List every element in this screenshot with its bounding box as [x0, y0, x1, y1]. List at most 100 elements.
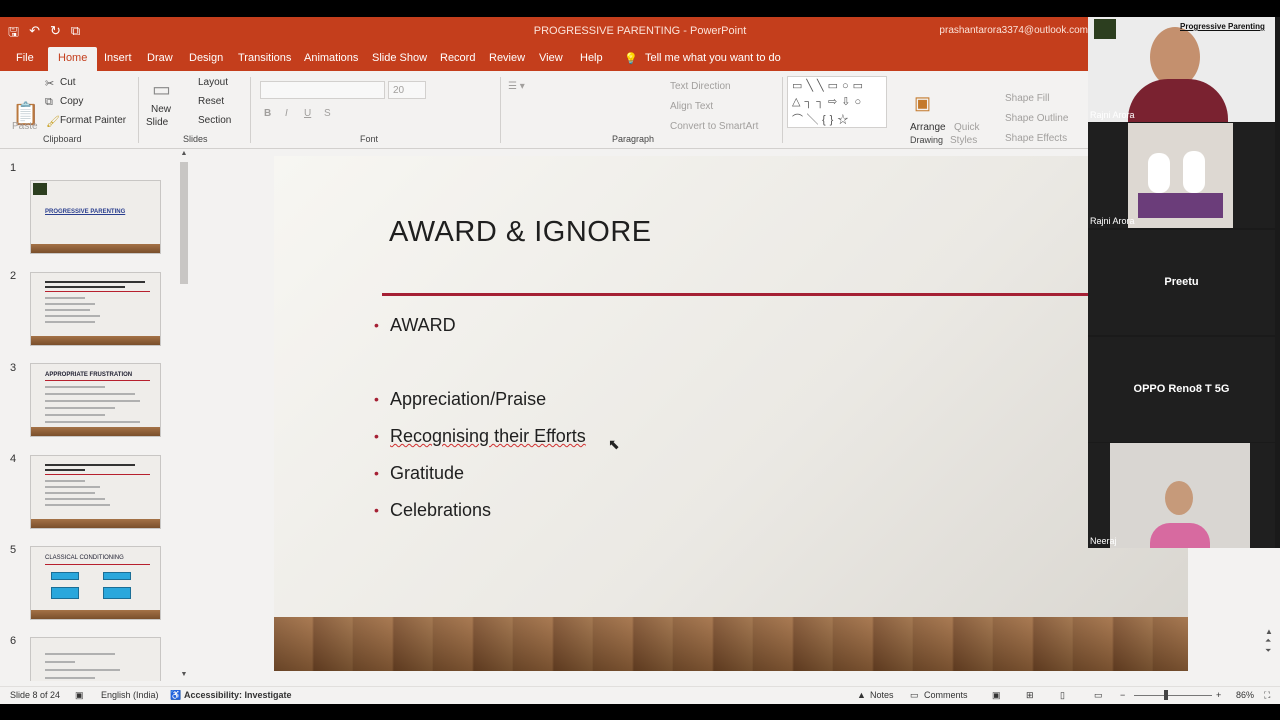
slide-thumbnail-4[interactable] — [30, 455, 161, 529]
tab-view[interactable]: View — [539, 52, 563, 64]
tab-design[interactable]: Design — [189, 52, 223, 64]
thumbnail-text-line — [45, 309, 90, 311]
zoom-out-icon[interactable]: − — [1120, 690, 1125, 700]
notes-button[interactable]: Notes — [870, 690, 894, 700]
thumbnail-title: CLASSICAL CONDITIONING — [45, 555, 124, 561]
tab-transitions[interactable]: Transitions — [238, 52, 291, 64]
slide-thumbnail-6[interactable] — [30, 637, 161, 681]
video-tile-speaker[interactable]: Progressive Parenting Rajni Arora — [1088, 17, 1275, 122]
thumbnail-text-line — [45, 480, 85, 482]
tab-animations[interactable]: Animations — [304, 52, 358, 64]
tab-home[interactable]: Home — [48, 47, 98, 72]
scrollbar-thumb[interactable] — [180, 162, 188, 284]
tab-slide-show[interactable]: Slide Show — [372, 52, 427, 64]
slideshow-icon[interactable]: ▭ — [1094, 690, 1103, 701]
scroll-up-icon[interactable]: ▲ — [1265, 627, 1280, 636]
thumbnail-floor — [31, 244, 160, 253]
tell-me-search[interactable]: Tell me what you want to do — [645, 52, 781, 64]
video-tile[interactable]: Rajni Arora — [1088, 123, 1275, 228]
previous-slide-icon[interactable]: ⏶ — [1265, 636, 1280, 646]
thumbnail-text-line — [45, 469, 85, 471]
tab-help[interactable]: Help — [580, 52, 603, 64]
bold-button[interactable]: B — [264, 108, 271, 119]
font-group-label: Font — [360, 134, 379, 144]
tab-record[interactable]: Record — [440, 52, 475, 64]
bullet-item[interactable]: Recognising their Efforts — [374, 426, 586, 447]
zoom-slider[interactable] — [1134, 695, 1212, 696]
new-slide-button-line2[interactable]: Slide — [146, 117, 168, 128]
lightbulb-icon: 💡 — [624, 53, 638, 65]
comments-button[interactable]: Comments — [924, 690, 968, 700]
person-face — [1165, 481, 1193, 515]
sofa — [1138, 193, 1223, 218]
slide-thumbnail-3[interactable]: APPROPRIATE FRUSTRATION — [30, 363, 161, 437]
text-direction-button[interactable]: Text Direction — [670, 81, 731, 92]
spelling-icon[interactable]: ▣ — [75, 690, 84, 701]
convert-smartart-button[interactable]: Convert to SmartArt — [670, 121, 758, 132]
tab-draw[interactable]: Draw — [147, 52, 173, 64]
tab-insert[interactable]: Insert — [104, 52, 132, 64]
bullet-item[interactable]: Gratitude — [374, 463, 464, 484]
bullet-item[interactable]: AWARD — [374, 315, 456, 336]
font-size-dropdown[interactable]: 20 — [388, 81, 426, 99]
zoom-in-icon[interactable]: + — [1216, 690, 1221, 700]
slide-sorter-icon[interactable]: ⊞ — [1026, 690, 1034, 701]
align-text-button[interactable]: Align Text — [670, 101, 713, 112]
slides-group-label: Slides — [183, 134, 208, 144]
quick-styles-button-line2[interactable]: Styles — [950, 135, 977, 146]
tab-review[interactable]: Review — [489, 52, 525, 64]
mouse-pointer-icon: ⬉ — [608, 436, 620, 452]
slide-canvas[interactable]: AWARD & IGNORE AWARD Appreciation/Praise… — [274, 156, 1188, 671]
font-name-dropdown[interactable] — [260, 81, 385, 99]
shadow-button[interactable]: S — [324, 108, 331, 119]
thumbnail-scrollbar[interactable]: ▲ ▼ — [178, 150, 190, 681]
shapes-gallery[interactable]: ▭╲╲▭○▭ △┐┐⇨⇩○ ⌒╲{}☆ — [787, 76, 887, 128]
shape-fill-button[interactable]: Shape Fill — [1005, 93, 1049, 104]
normal-view-icon[interactable]: ▣ — [992, 690, 1001, 701]
language-indicator[interactable]: English (India) — [101, 690, 159, 700]
paste-button[interactable]: Paste — [12, 121, 38, 132]
thumbnail-number: 4 — [10, 453, 17, 465]
thumbnail-text-line — [45, 393, 135, 395]
new-slide-button[interactable]: New — [151, 104, 171, 115]
thumbnail-text-line — [45, 286, 125, 288]
video-tile[interactable]: Neeraj — [1088, 443, 1275, 548]
copy-button[interactable]: Copy — [60, 96, 83, 107]
slide-thumbnail-1[interactable]: PROGRESSIVE PARENTING — [30, 180, 161, 254]
bullets-button[interactable]: ☰ ▾ — [508, 81, 525, 92]
shape-outline-button[interactable]: Shape Outline — [1005, 113, 1068, 124]
format-painter-button[interactable]: Format Painter — [60, 115, 126, 126]
reset-button[interactable]: Reset — [198, 96, 224, 107]
video-tile[interactable]: OPPO Reno8 T 5G — [1088, 337, 1275, 442]
quick-styles-button[interactable]: Quick — [954, 122, 980, 133]
person-body — [1128, 79, 1228, 122]
account-name[interactable]: prashantarora3374@outlook.com — [939, 25, 1088, 36]
accessibility-status[interactable]: Accessibility: Investigate — [184, 690, 292, 700]
scroll-down-icon[interactable]: ▼ — [178, 671, 190, 681]
reading-view-icon[interactable]: ▯ — [1060, 690, 1065, 701]
next-slide-icon[interactable]: ⏷ — [1265, 646, 1280, 656]
tab-file[interactable]: File — [16, 52, 34, 64]
shape-icons-row3: ⌒╲{}☆ — [792, 114, 853, 126]
bullet-item[interactable]: Celebrations — [374, 500, 491, 521]
slide-thumbnail-2[interactable] — [30, 272, 161, 346]
bullet-item[interactable]: Appreciation/Praise — [374, 389, 546, 410]
scroll-up-icon[interactable]: ▲ — [178, 150, 190, 160]
slide-counter: Slide 8 of 24 — [10, 690, 61, 700]
fit-to-window-icon[interactable]: ⛶ — [1264, 690, 1270, 701]
section-button[interactable]: Section — [198, 115, 231, 126]
diagram-box — [103, 572, 131, 580]
slide-thumbnail-5[interactable]: CLASSICAL CONDITIONING — [30, 546, 161, 620]
slide-title[interactable]: AWARD & IGNORE — [389, 216, 652, 249]
cut-button[interactable]: Cut — [60, 77, 76, 88]
zoom-slider-thumb[interactable] — [1164, 690, 1168, 700]
italic-button[interactable]: I — [285, 108, 288, 119]
zoom-level[interactable]: 86% — [1236, 690, 1254, 700]
arrange-button[interactable]: Arrange — [910, 122, 946, 133]
layout-button[interactable]: Layout — [198, 77, 228, 88]
underline-button[interactable]: U — [304, 108, 311, 119]
shape-effects-button[interactable]: Shape Effects — [1005, 133, 1067, 144]
thumbnail-number: 6 — [10, 635, 17, 647]
new-slide-icon[interactable]: ▭ — [152, 77, 171, 102]
video-tile[interactable]: Preetu — [1088, 230, 1275, 335]
